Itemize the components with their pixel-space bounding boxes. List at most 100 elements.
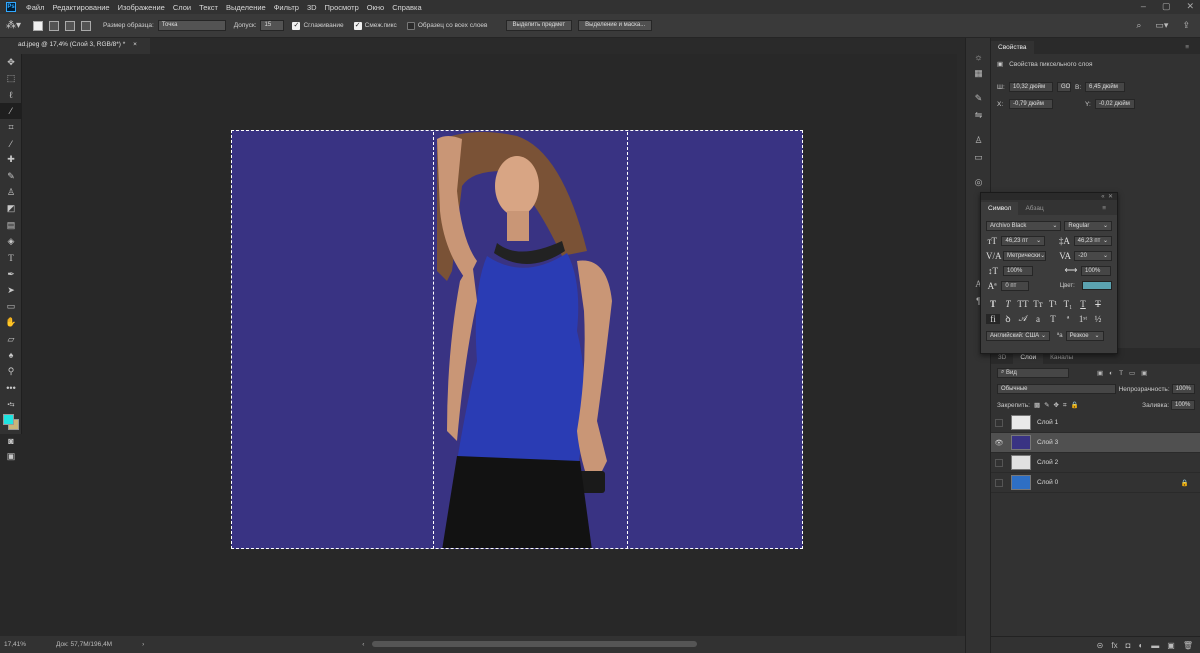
- font-style-select[interactable]: Regular ⌄: [1064, 220, 1112, 231]
- menu-item-0[interactable]: Файл: [22, 3, 48, 12]
- move-tool-icon[interactable]: ✥: [0, 54, 22, 70]
- type-tool-icon[interactable]: T: [0, 250, 22, 266]
- add-mask-icon[interactable]: ◘: [1126, 641, 1131, 650]
- menu-item-8[interactable]: Просмотр: [321, 3, 363, 12]
- menu-item-5[interactable]: Выделение: [222, 3, 270, 12]
- quick-mask-icon[interactable]: ◙: [0, 433, 22, 449]
- clone-stamp-icon[interactable]: ♙: [0, 184, 22, 200]
- healing-brush-icon[interactable]: ✚: [0, 152, 22, 168]
- char-panel-titlebar[interactable]: « ✕: [981, 193, 1117, 200]
- layer-name[interactable]: Слой 2: [1037, 459, 1058, 466]
- blend-mode-select[interactable]: Обычные: [997, 384, 1116, 394]
- filter-icons[interactable]: ▣◐T▭▣: [1097, 369, 1153, 377]
- color-swatches[interactable]: [0, 413, 21, 433]
- add-selection-icon[interactable]: [49, 20, 60, 31]
- visibility-toggle[interactable]: [995, 478, 1003, 487]
- menu-item-9[interactable]: Окно: [363, 3, 388, 12]
- magic-wand-tool-icon[interactable]: ⁂▾: [6, 20, 21, 31]
- gradient-icon[interactable]: ▤: [0, 217, 22, 233]
- baseline-shift-input[interactable]: 0 пт: [1001, 280, 1029, 291]
- scroll-left-icon[interactable]: ‹: [362, 641, 364, 648]
- zoom-tool-icon[interactable]: ⚲: [0, 364, 22, 380]
- pen-tool-icon[interactable]: ✒: [0, 266, 22, 282]
- visibility-toggle[interactable]: [995, 418, 1003, 427]
- swash-icon[interactable]: 𝒜: [1016, 313, 1030, 324]
- layer-row[interactable]: Слой 0 🔒: [991, 473, 1200, 493]
- horizontal-scale-input[interactable]: 100%: [1081, 265, 1111, 276]
- fill-input[interactable]: 100%: [1171, 400, 1195, 410]
- contiguous-checkbox[interactable]: ✓: [353, 21, 362, 30]
- brush-settings-icon[interactable]: ✎: [966, 90, 991, 107]
- ordinals-icon[interactable]: ª: [1061, 314, 1075, 324]
- maximize-icon[interactable]: ▢: [1162, 1, 1171, 12]
- paths-icon[interactable]: ▭: [966, 149, 991, 166]
- magic-wand-icon[interactable]: ⁄: [0, 102, 22, 120]
- new-selection-icon[interactable]: [33, 20, 44, 31]
- opacity-input[interactable]: 100%: [1171, 384, 1195, 394]
- faux-italic-icon[interactable]: T: [1001, 299, 1015, 309]
- select-subject-button[interactable]: Выделить предмет: [505, 20, 573, 31]
- tab-paragraph[interactable]: Абзац: [1018, 202, 1050, 215]
- brush-tool-icon[interactable]: ✎: [0, 168, 22, 184]
- swatches-icon[interactable]: ▦: [966, 65, 991, 82]
- marquee-tool-icon[interactable]: ⬚: [0, 70, 22, 86]
- search-icon[interactable]: ⌕: [1136, 20, 1141, 31]
- all-caps-icon[interactable]: TT: [1016, 299, 1030, 309]
- screen-mode-icon[interactable]: ▣: [0, 449, 22, 465]
- more-tools-icon[interactable]: •••: [0, 380, 22, 396]
- subscript-icon[interactable]: T₁: [1061, 299, 1075, 309]
- blur-tool-icon[interactable]: ♠: [0, 347, 22, 363]
- menu-item-7[interactable]: 3D: [303, 3, 321, 12]
- panel-menu-icon[interactable]: ≡: [1178, 41, 1196, 54]
- layer-name[interactable]: Слой 0: [1037, 479, 1058, 486]
- superscript-icon[interactable]: T¹: [1046, 299, 1060, 309]
- titling-icon[interactable]: T: [1046, 314, 1060, 324]
- antialias-checkbox[interactable]: ✓: [292, 21, 301, 30]
- kerning-select[interactable]: Метрически ⌄: [1003, 250, 1046, 261]
- layer-name[interactable]: Слой 1: [1037, 419, 1058, 426]
- stylistic-alt-icon[interactable]: a: [1031, 314, 1045, 324]
- status-arrow-icon[interactable]: ›: [142, 641, 144, 648]
- link-icon[interactable]: GO: [1057, 82, 1071, 92]
- fx-icon[interactable]: fx: [1111, 641, 1117, 650]
- vertical-scale-input[interactable]: 100%: [1003, 265, 1033, 276]
- font-size-select[interactable]: 46,23 пт ⌄: [1001, 235, 1046, 246]
- workspace-icon[interactable]: ▭▾: [1155, 20, 1168, 31]
- layer-filter-select[interactable]: ⌕ Вид: [997, 367, 1069, 378]
- subtract-selection-icon[interactable]: [65, 20, 76, 31]
- eyedropper-icon[interactable]: ⁄: [0, 135, 22, 151]
- close-window-icon[interactable]: ✕: [1186, 1, 1194, 12]
- swap-colors-icon[interactable]: ▪⇆: [0, 396, 22, 412]
- eye-icon[interactable]: 👁: [991, 439, 1007, 447]
- visibility-toggle[interactable]: [995, 458, 1003, 467]
- rectangle-tool-icon[interactable]: ▭: [0, 298, 22, 314]
- small-caps-icon[interactable]: Tт: [1031, 299, 1045, 309]
- old-style-icon[interactable]: ꝺ: [1001, 312, 1015, 325]
- x-input[interactable]: -0,79 дюйм: [1009, 99, 1053, 109]
- superscript-ord-icon[interactable]: 1ˢᵗ: [1076, 314, 1090, 324]
- menu-item-4[interactable]: Текст: [195, 3, 222, 12]
- eraser-icon[interactable]: ◩: [0, 201, 22, 217]
- layer-row[interactable]: Слой 2: [991, 453, 1200, 473]
- link-layers-icon[interactable]: ⊝: [1097, 641, 1104, 650]
- history-icon[interactable]: ☼: [966, 48, 991, 65]
- minimize-icon[interactable]: –: [1141, 1, 1146, 12]
- menu-item-1[interactable]: Редактирование: [48, 3, 113, 12]
- ruler-icon[interactable]: ▱: [0, 331, 22, 347]
- fractions-icon[interactable]: ½: [1091, 314, 1105, 324]
- sample-all-checkbox[interactable]: [406, 21, 415, 30]
- foreground-color-swatch[interactable]: [3, 413, 14, 425]
- hand-tool-icon[interactable]: ✋: [0, 315, 22, 331]
- document-tab[interactable]: ad.jpeg @ 17,4% (Слой 3, RGB/8*) * ×: [0, 38, 150, 54]
- font-family-select[interactable]: Archivo Black ⌄: [986, 220, 1062, 231]
- close-tab-icon[interactable]: ×: [133, 41, 137, 48]
- intersect-selection-icon[interactable]: [81, 20, 92, 31]
- height-input[interactable]: 6,45 дюйм: [1085, 82, 1125, 92]
- layer-name[interactable]: Слой 3: [1037, 439, 1058, 446]
- menu-item-2[interactable]: Изображение: [114, 3, 169, 12]
- new-group-icon[interactable]: ▬: [1151, 641, 1159, 650]
- tolerance-input[interactable]: 15: [260, 20, 285, 31]
- leading-select[interactable]: 46,23 пт ⌄: [1073, 235, 1112, 246]
- clone-source-icon[interactable]: ♙: [966, 132, 991, 149]
- underline-icon[interactable]: T: [1076, 299, 1090, 309]
